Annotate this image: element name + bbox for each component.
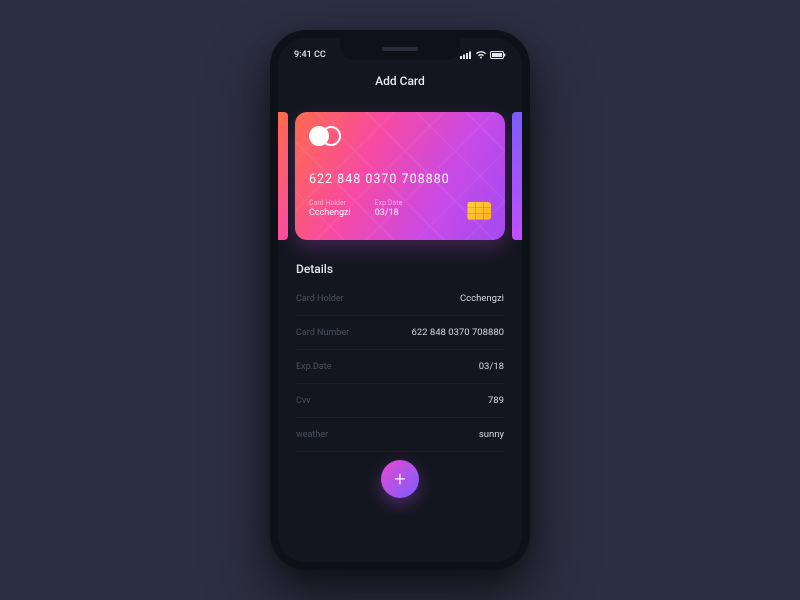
wifi-icon [475,51,487,59]
card-number: 622 848 0370 708880 [309,172,491,187]
row-value: 03/18 [479,361,504,372]
mastercard-icon [309,126,491,146]
notch [340,38,460,60]
row-value: Ccchengzi [460,293,504,304]
chip-icon [467,202,491,220]
row-label: Cvv [296,396,311,406]
screen: 9:41 CC Add Card 622 848 0370 708880 Car… [278,38,522,562]
card-peek-left[interactable] [278,112,288,240]
card-holder-block: Card Holder Ccchengzi [309,199,351,218]
row-value: sunny [479,429,504,440]
row-label: Exp.Date [296,362,332,372]
signal-icon [460,51,472,59]
row-exp-date[interactable]: Exp.Date 03/18 [296,350,504,384]
card-carousel[interactable]: 622 848 0370 708880 Card Holder Ccchengz… [278,102,522,250]
card-holder-label: Card Holder [309,199,351,207]
row-cvv[interactable]: Cvv 789 [296,384,504,418]
card-peek-right[interactable] [512,112,522,240]
status-icons [460,51,506,59]
details-section: Details Card Holder Ccchengzi Card Numbe… [278,250,522,498]
status-time: 9:41 CC [294,50,326,60]
plus-icon: + [394,467,405,491]
card-exp-block: Exp.Date 03/18 [375,199,403,218]
row-value: 622 848 0370 708880 [412,327,505,338]
details-title: Details [296,262,504,276]
row-card-number[interactable]: Card Number 622 848 0370 708880 [296,316,504,350]
phone-frame: 9:41 CC Add Card 622 848 0370 708880 Car… [270,30,530,570]
card-exp-value: 03/18 [375,208,403,218]
row-label: weather [296,430,328,440]
row-value: 789 [488,395,504,406]
battery-icon [490,51,506,59]
add-button[interactable]: + [381,460,419,498]
row-card-holder[interactable]: Card Holder Ccchengzi [296,282,504,316]
card-holder-value: Ccchengzi [309,208,351,218]
credit-card[interactable]: 622 848 0370 708880 Card Holder Ccchengz… [295,112,505,240]
row-label: Card Number [296,328,349,338]
page-title: Add Card [278,64,522,102]
card-exp-label: Exp.Date [375,199,403,207]
row-label: Card Holder [296,294,344,304]
row-weather[interactable]: weather sunny [296,418,504,452]
